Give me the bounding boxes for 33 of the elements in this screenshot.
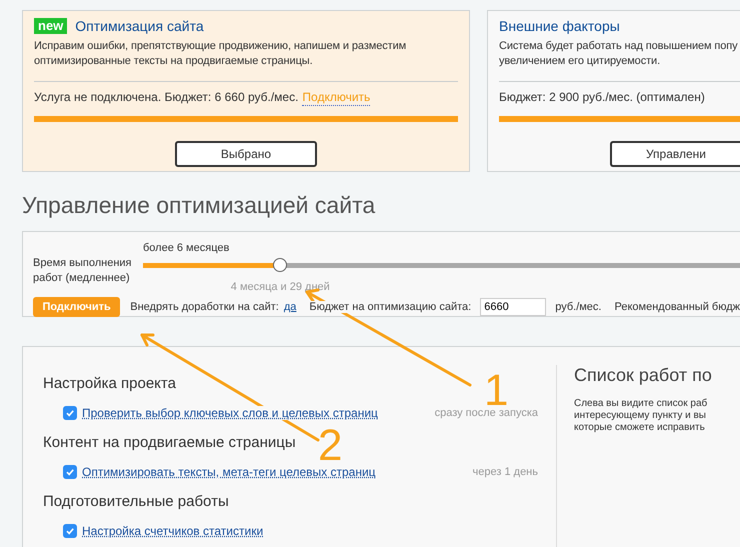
- checkbox[interactable]: [63, 406, 77, 420]
- budget-label: Бюджет на оптимизацию сайта:: [309, 301, 472, 313]
- info-title: Список работ по: [574, 365, 712, 386]
- checkbox[interactable]: [63, 524, 77, 538]
- task-link[interactable]: Проверить выбор ключевых слов и целевых страниц: [82, 406, 378, 420]
- section-title: Подготовительные работы: [43, 493, 229, 511]
- info-text: Слева вы видите список раб интересующему пункту и вы которые сможете исправить: [574, 398, 708, 434]
- slider-handle[interactable]: [273, 258, 288, 272]
- task-link[interactable]: Настройка счетчиков статистики: [82, 524, 264, 538]
- card-title[interactable]: Оптимизация сайта: [75, 18, 204, 34]
- budget-status: Услуга не подключена. Бюджет: 6 660 руб./мес.: [34, 90, 298, 106]
- slider-label: Время выполнения работ (медленнее): [33, 256, 133, 286]
- card-title[interactable]: Внешние факторы: [499, 18, 620, 34]
- implement-label: Внедрять доработки на сайт:: [130, 301, 279, 313]
- page-heading: Управление оптимизацией сайта: [22, 192, 376, 218]
- section-title: Настройка проекта: [43, 375, 176, 393]
- implement-link[interactable]: да: [284, 301, 296, 313]
- task-timing: сразу после запуска: [434, 407, 538, 419]
- slider-max-label: более 6 месяцев: [143, 242, 230, 254]
- task-timing: через 1 день: [472, 466, 538, 478]
- budget-input[interactable]: 6660: [480, 298, 546, 316]
- budget-unit: руб./мес.: [555, 301, 602, 313]
- recommended-budget-label: Рекомендованный бюдж: [614, 301, 740, 313]
- card-description: Исправим ошибки, препятствующие продвижению, напишем и разместим оптимизированные тексты на продвигаемые страницы.: [34, 39, 408, 69]
- new-badge: new: [34, 18, 68, 34]
- card-description: Система будет работать над повышением попу увеличением его цитируемости.: [499, 39, 739, 69]
- section-title: Контент на продвигаемые страницы: [43, 434, 296, 452]
- slider-value: 4 месяца и 29 дней: [230, 281, 330, 293]
- budget-status: Бюджет: 2 900 руб./мес. (оптимален): [499, 90, 705, 106]
- task-link[interactable]: Оптимизировать тексты, мета-теги целевых страниц: [82, 465, 376, 479]
- card-button[interactable]: Управлени: [610, 141, 740, 167]
- checkbox[interactable]: [63, 465, 77, 479]
- card-button[interactable]: Выбрано: [175, 141, 317, 167]
